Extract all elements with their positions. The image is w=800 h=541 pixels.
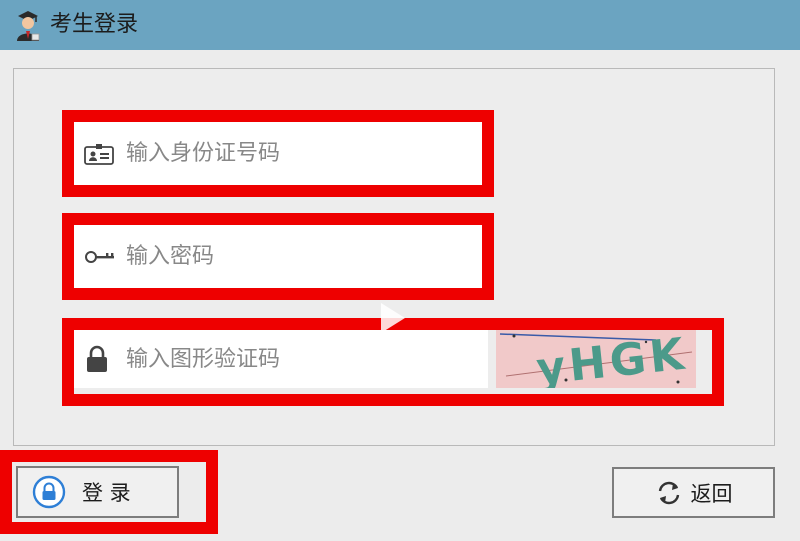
play-icon [381,303,405,333]
key-icon [85,250,114,263]
login-button[interactable]: 登 录 [16,466,179,518]
captcha-field[interactable] [74,330,488,388]
password-field[interactable] [74,225,482,288]
password-input[interactable] [126,225,476,288]
padlock-icon [32,475,66,509]
captcha-input[interactable] [126,330,482,388]
captcha-image[interactable]: yHGK [496,329,696,395]
back-button-label: 返回 [690,481,733,506]
id-number-field[interactable] [74,122,482,185]
id-number-input[interactable] [126,122,476,185]
title-bar: 考生登录 [0,0,800,50]
student-avatar-icon [17,11,40,41]
login-button-label: 登 录 [82,481,131,505]
id-card-icon [84,143,114,165]
back-button[interactable]: 返回 [612,467,775,518]
window-title: 考生登录 [50,12,139,37]
refresh-icon [658,481,679,504]
lock-icon [87,345,107,372]
